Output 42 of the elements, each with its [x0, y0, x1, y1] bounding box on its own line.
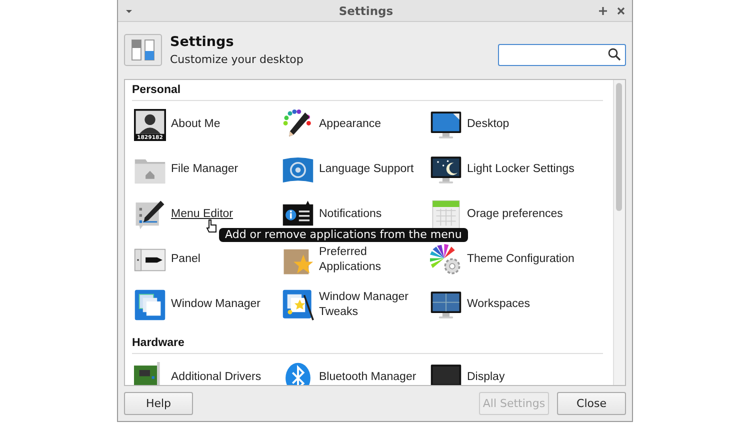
monitor-icon	[430, 362, 462, 385]
section-heading: Personal	[132, 83, 603, 101]
settings-item[interactable]: Theme Configuration	[428, 244, 603, 276]
settings-item[interactable]: Light Locker Settings	[428, 154, 603, 186]
settings-item[interactable]: Language Support	[280, 154, 428, 186]
color-fan-gear-icon	[430, 244, 462, 276]
maximize-icon[interactable]	[598, 6, 608, 16]
header-subtitle: Customize your desktop	[170, 52, 304, 66]
settings-item[interactable]: Preferred Applications	[280, 244, 428, 276]
search-field[interactable]	[498, 44, 626, 66]
search-icon[interactable]	[608, 48, 621, 61]
settings-item[interactable]: Bluetooth Manager	[280, 362, 428, 385]
settings-item[interactable]: Orage preferences	[428, 198, 603, 230]
monitor-grid-icon	[430, 288, 462, 320]
settings-item[interactable]: Appearance	[280, 108, 428, 140]
hand-cursor-icon	[206, 219, 218, 234]
settings-item[interactable]: Window Manager	[132, 288, 280, 320]
settings-item[interactable]: Notifications	[280, 198, 428, 230]
settings-item[interactable]: Desktop	[428, 108, 603, 140]
scrollbar-thumb[interactable]	[616, 83, 622, 211]
toggle-switches-icon	[124, 34, 162, 66]
settings-item[interactable]: File Manager	[132, 154, 280, 186]
windows-icon	[134, 288, 166, 320]
settings-item[interactable]: Display	[428, 362, 603, 385]
windows-wand-icon	[282, 288, 314, 320]
monitor-icon	[430, 108, 462, 140]
settings-item[interactable]: Window Manager Tweaks	[280, 288, 428, 320]
list-pencil-icon	[134, 198, 166, 230]
scrollbar[interactable]	[613, 80, 625, 385]
section-heading: Hardware	[132, 336, 603, 354]
header-title: Settings	[170, 34, 235, 50]
settings-item[interactable]: Additional Drivers	[132, 362, 280, 385]
close-icon[interactable]	[616, 6, 626, 16]
monitor-moon-icon	[430, 154, 462, 186]
close-button[interactable]: Close	[557, 392, 626, 415]
settings-item[interactable]: Panel	[132, 244, 280, 276]
window-title: Settings	[338, 4, 394, 18]
tooltip: Add or remove applications from the menu	[219, 228, 468, 242]
settings-item[interactable]: Workspaces	[428, 288, 603, 320]
help-button[interactable]: Help	[124, 392, 193, 415]
calendar-icon	[430, 198, 462, 230]
settings-item[interactable]: Menu Editor	[132, 198, 280, 230]
